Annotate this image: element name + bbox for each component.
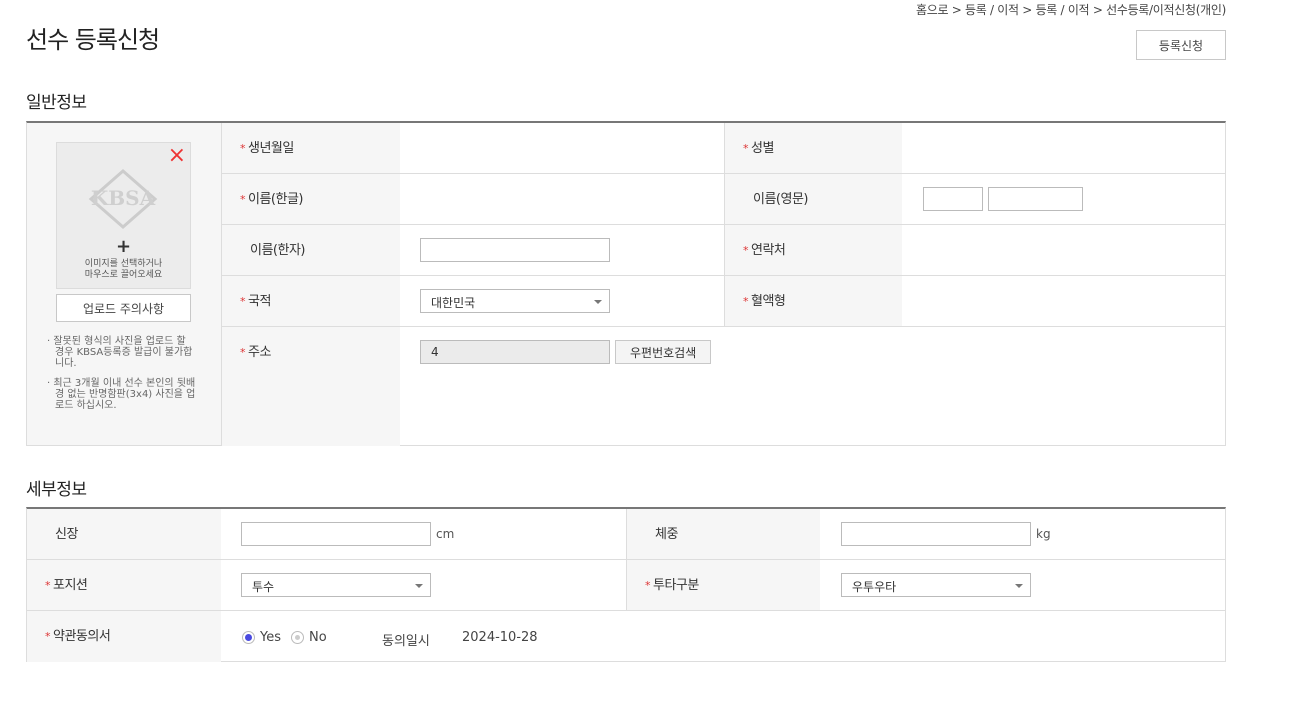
- row-nationality-blood: 국적 대한민국 혈액형: [222, 276, 1225, 327]
- height-input[interactable]: [241, 522, 431, 546]
- position-label: 포지션: [27, 560, 221, 610]
- upload-notice-button[interactable]: 업로드 주의사항: [56, 294, 191, 322]
- photo-notice-2: · 최근 3개월 이내 선수 본인의 뒷배경 없는 반명함판(3x4) 사진을 …: [47, 378, 196, 411]
- photo-hint-line1: 이미지를 선택하거나: [84, 259, 163, 269]
- contact-label: 연락처: [724, 225, 902, 275]
- kbsa-logo-icon: KBSA: [88, 169, 158, 229]
- name-kr-value: [400, 174, 724, 224]
- photo-hint-line2: 마우스로 끌어오세요: [84, 270, 163, 280]
- close-icon[interactable]: ×: [168, 145, 186, 167]
- bat-throw-select[interactable]: 우투우타: [841, 573, 1031, 597]
- birth-label: 생년월일: [222, 123, 400, 173]
- terms-label: 약관동의서: [27, 611, 221, 662]
- kbsa-logo-text: KBSA: [91, 186, 156, 210]
- height-unit: cm: [436, 527, 455, 541]
- register-button[interactable]: 등록신청: [1136, 30, 1226, 60]
- weight-unit: kg: [1036, 527, 1051, 541]
- blood-label: 혈액형: [724, 276, 902, 326]
- contact-value: [902, 225, 1225, 275]
- photo-hint: 이미지를 선택하거나 마우스로 끌어오세요: [57, 259, 190, 281]
- plus-icon: +: [115, 236, 132, 257]
- row-terms: 약관동의서 Yes No 동의일시 2024-10-28: [27, 611, 1225, 662]
- row-birth-gender: 생년월일 성별: [222, 123, 1225, 174]
- row-address: 주소 우편번호검색: [222, 327, 1225, 446]
- blood-value: [902, 276, 1225, 326]
- terms-yes-label[interactable]: Yes: [260, 630, 281, 645]
- photo-notice-1: · 잘못된 형식의 사진을 업로드 할 경우 KBSA등록증 발급이 불가합니다…: [47, 336, 193, 369]
- terms-date-label: 동의일시: [382, 634, 430, 649]
- gender-label: 성별: [724, 123, 902, 173]
- page-title: 선수 등록신청: [26, 26, 160, 54]
- detail-info-box: 신장 cm 체중 kg 포지션 투수 투타구분 우투우타 약관동의서 Yes N…: [26, 507, 1226, 662]
- photo-dropzone[interactable]: × KBSA + 이미지를 선택하거나 마우스로 끌어오세요: [56, 142, 191, 289]
- row-height-weight: 신장 cm 체중 kg: [27, 509, 1225, 560]
- birth-value: [400, 123, 724, 173]
- name-en-label: 이름(영문): [724, 174, 902, 224]
- name-kr-label: 이름(한글): [222, 174, 400, 224]
- position-select[interactable]: 투수: [241, 573, 431, 597]
- weight-label: 체중: [626, 509, 820, 559]
- name-en-first-input[interactable]: [923, 187, 983, 211]
- height-label: 신장: [27, 509, 221, 559]
- name-hanja-label: 이름(한자): [222, 225, 400, 275]
- zipcode-input[interactable]: [420, 340, 610, 364]
- gender-value: [902, 123, 1225, 173]
- terms-date-value: 2024-10-28: [462, 630, 538, 645]
- row-hanja-contact: 이름(한자) 연락처: [222, 225, 1225, 276]
- name-hanja-input[interactable]: [420, 238, 610, 262]
- nationality-select[interactable]: 대한민국: [420, 289, 610, 313]
- name-en-last-input[interactable]: [988, 187, 1083, 211]
- nationality-label: 국적: [222, 276, 400, 326]
- address-label: 주소: [222, 327, 400, 446]
- weight-input[interactable]: [841, 522, 1031, 546]
- bat-throw-label: 투타구분: [626, 560, 820, 610]
- row-name: 이름(한글) 이름(영문): [222, 174, 1225, 225]
- detail-section-title: 세부정보: [26, 480, 87, 500]
- terms-yes-radio[interactable]: [242, 631, 255, 644]
- photo-column: × KBSA + 이미지를 선택하거나 마우스로 끌어오세요 업로드 주의사항 …: [27, 123, 222, 445]
- terms-no-label[interactable]: No: [309, 630, 327, 645]
- general-info-box: × KBSA + 이미지를 선택하거나 마우스로 끌어오세요 업로드 주의사항 …: [26, 121, 1226, 446]
- zipcode-search-button[interactable]: 우편번호검색: [615, 340, 712, 364]
- row-position-battype: 포지션 투수 투타구분 우투우타: [27, 560, 1225, 611]
- terms-no-radio[interactable]: [291, 631, 304, 644]
- breadcrumb: 홈으로 > 등록 / 이적 > 등록 / 이적 > 선수등록/이적신청(개인): [916, 3, 1226, 17]
- general-section-title: 일반정보: [26, 93, 87, 113]
